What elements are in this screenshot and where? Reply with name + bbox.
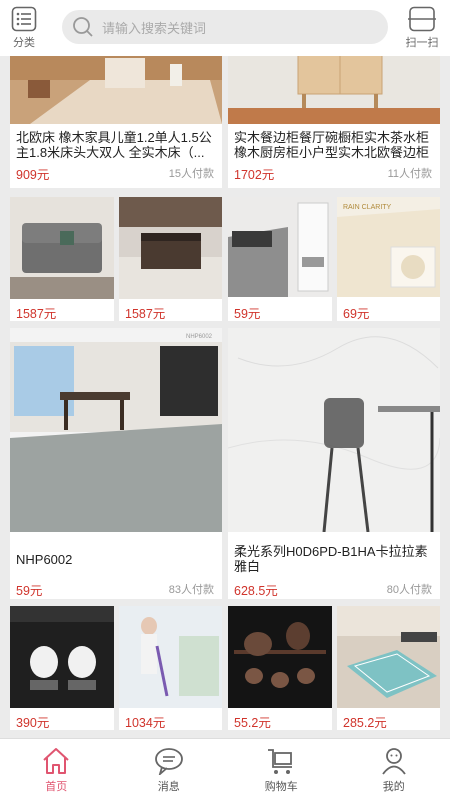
product-card[interactable]: 59元 bbox=[228, 197, 332, 321]
product-sold-count: 11人付款 bbox=[387, 168, 432, 180]
product-image: NHP6002 bbox=[10, 328, 222, 532]
product-card[interactable]: 285.2元 bbox=[337, 606, 440, 730]
product-image bbox=[119, 606, 222, 708]
product-price: 628.5元 bbox=[234, 584, 278, 598]
product-title: 北欧床 橡木家具儿童1.2单人1.5公主1.8米床头大双人 全实木床（... bbox=[16, 130, 212, 160]
product-image bbox=[10, 606, 114, 708]
tab-profile[interactable]: 我的 bbox=[338, 739, 450, 800]
product-price: 285.2元 bbox=[343, 716, 387, 730]
product-image bbox=[228, 606, 332, 708]
category-label: 分类 bbox=[13, 37, 35, 49]
product-price: 1702元 bbox=[234, 168, 275, 182]
product-price: 1587元 bbox=[16, 307, 57, 321]
product-sold-count: 15人付款 bbox=[168, 168, 214, 180]
scan-button[interactable]: 扫一扫 bbox=[402, 6, 442, 52]
top-header: 分类 请输入搜索关键词 扫一扫 bbox=[0, 0, 450, 56]
product-price: 1587元 bbox=[125, 307, 166, 321]
product-image bbox=[10, 56, 222, 124]
product-card[interactable]: 1034元 bbox=[119, 606, 222, 730]
user-icon bbox=[382, 748, 406, 775]
product-image bbox=[228, 56, 440, 124]
image-code-text: NHP6002 bbox=[186, 334, 213, 340]
tab-label: 消息 bbox=[157, 781, 180, 793]
search-icon bbox=[73, 17, 93, 37]
scan-icon bbox=[408, 6, 436, 32]
product-image bbox=[119, 197, 222, 299]
product-title: 实木餐边柜餐厅碗橱柜实木茶水柜橡木厨房柜小户型实木北欧餐边柜 bbox=[234, 130, 430, 160]
home-icon bbox=[43, 748, 69, 774]
cart-icon bbox=[268, 749, 293, 774]
product-sold-count: 80人付款 bbox=[386, 584, 432, 596]
product-card[interactable]: NHP6002 NHP6002 59元 83人付款 bbox=[10, 328, 222, 599]
product-card[interactable]: 柔光系列H0D6PD-B1HA卡拉拉素雅白 628.5元 80人付款 bbox=[228, 328, 440, 599]
tab-label: 购物车 bbox=[264, 781, 298, 793]
app-page: 分类 请输入搜索关键词 扫一扫 北欧床 橡木家具儿童1.2单人1.5公主1.8米… bbox=[0, 0, 450, 800]
product-card[interactable]: 390元 bbox=[10, 606, 114, 730]
product-feed: 北欧床 橡木家具儿童1.2单人1.5公主1.8米床头大双人 全实木床（... 9… bbox=[0, 56, 450, 738]
product-sold-count: 83人付款 bbox=[168, 584, 214, 596]
scan-label: 扫一扫 bbox=[405, 37, 439, 49]
message-icon bbox=[154, 748, 183, 775]
image-brand-text: RAIN CLARITY bbox=[343, 204, 392, 211]
product-card[interactable]: 实木餐边柜餐厅碗橱柜实木茶水柜橡木厨房柜小户型实木北欧餐边柜 1702元 11人… bbox=[228, 56, 440, 188]
search-input[interactable]: 请输入搜索关键词 bbox=[62, 10, 388, 44]
category-list-icon bbox=[11, 6, 37, 32]
product-card[interactable]: 1587元 bbox=[119, 197, 222, 321]
category-button[interactable]: 分类 bbox=[6, 6, 42, 52]
bottom-tab-bar: 首页 消息 购物车 我的 bbox=[0, 738, 450, 800]
product-image bbox=[337, 606, 440, 708]
product-title: NHP6002 bbox=[16, 552, 73, 567]
product-price: 59元 bbox=[234, 307, 261, 321]
tab-cart[interactable]: 购物车 bbox=[225, 739, 338, 800]
product-image bbox=[228, 328, 440, 532]
product-card[interactable]: 55.2元 bbox=[228, 606, 332, 730]
product-price: 69元 bbox=[343, 307, 370, 321]
product-image bbox=[10, 197, 114, 299]
tab-messages[interactable]: 消息 bbox=[113, 739, 226, 800]
tab-label: 首页 bbox=[45, 781, 68, 793]
product-card[interactable]: 北欧床 橡木家具儿童1.2单人1.5公主1.8米床头大双人 全实木床（... 9… bbox=[10, 56, 222, 188]
product-price: 59元 bbox=[16, 584, 43, 598]
product-card[interactable]: 1587元 bbox=[10, 197, 114, 321]
product-title: 柔光系列H0D6PD-B1HA卡拉拉素雅白 bbox=[234, 544, 428, 574]
tab-home[interactable]: 首页 bbox=[0, 739, 113, 800]
product-price: 55.2元 bbox=[234, 716, 271, 730]
product-price: 909元 bbox=[16, 168, 50, 182]
search-placeholder: 请输入搜索关键词 bbox=[102, 20, 207, 36]
product-card[interactable]: RAIN CLARITY 69元 bbox=[337, 197, 440, 321]
tab-label: 我的 bbox=[382, 781, 405, 793]
product-price: 1034元 bbox=[125, 716, 166, 730]
product-image bbox=[228, 197, 332, 297]
product-price: 390元 bbox=[16, 716, 50, 730]
product-image: RAIN CLARITY bbox=[337, 197, 440, 297]
